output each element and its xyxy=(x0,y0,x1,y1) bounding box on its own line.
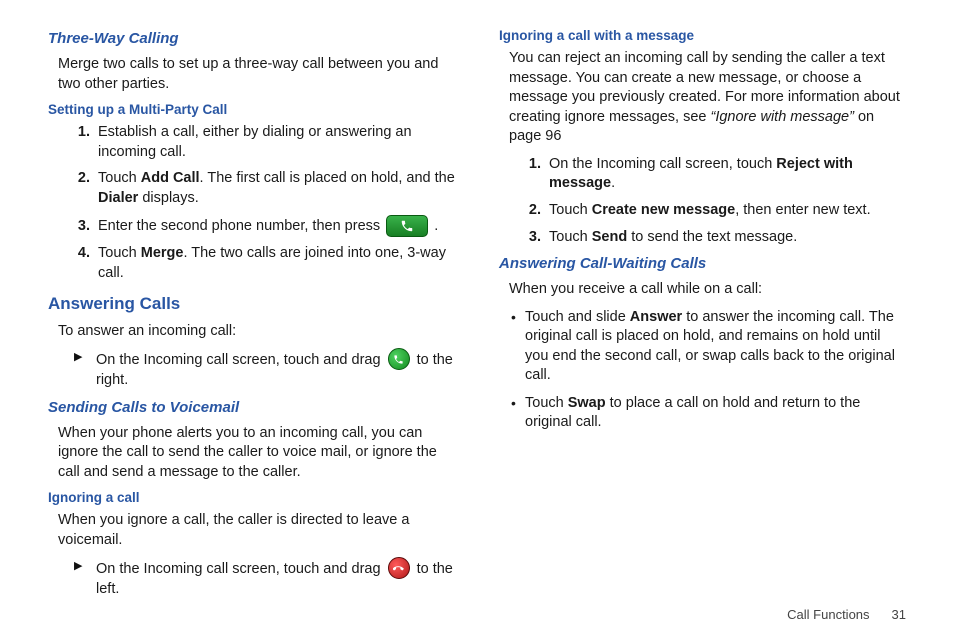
right-column: Ignoring a call with a message You can r… xyxy=(499,28,906,624)
steps-multiparty: Establish a call, either by dialing or a… xyxy=(48,123,455,283)
answer-drag-icon xyxy=(388,348,410,370)
heading-sending-voicemail: Sending Calls to Voicemail xyxy=(48,399,455,416)
bullets-call-waiting: Touch and slide Answer to answer the inc… xyxy=(499,308,906,433)
para-ignore: When you ignore a call, the caller is di… xyxy=(48,511,455,550)
arrow-list-answer: On the Incoming call screen, touch and d… xyxy=(48,349,455,391)
para-ignore-msg: You can reject an incoming call by sendi… xyxy=(499,49,906,147)
heading-ignore-with-message: Ignoring a call with a message xyxy=(499,28,906,43)
call-button-icon xyxy=(386,215,428,237)
bold-dialer: Dialer xyxy=(98,190,138,206)
text: Enter the second phone number, then pres… xyxy=(98,218,384,234)
bold-create-new-message: Create new message xyxy=(592,202,735,218)
text: . xyxy=(434,218,438,234)
arrow-list-ignore: On the Incoming call screen, touch and d… xyxy=(48,558,455,600)
text: Touch xyxy=(98,170,141,186)
step-1: Establish a call, either by dialing or a… xyxy=(94,123,455,162)
bullet-answer: Touch and slide Answer to answer the inc… xyxy=(511,308,906,386)
bold-swap: Swap xyxy=(568,395,606,411)
text: Touch xyxy=(98,245,141,261)
text: . The first call is placed on hold, and … xyxy=(200,170,455,186)
step-3: Touch Send to send the text message. xyxy=(545,228,906,248)
left-column: Three-Way Calling Merge two calls to set… xyxy=(48,28,455,624)
bold-answer: Answer xyxy=(630,309,682,325)
bold-add-call: Add Call xyxy=(141,170,200,186)
heading-ignoring-call: Ignoring a call xyxy=(48,490,455,505)
reject-drag-icon xyxy=(388,557,410,579)
steps-ignore-message: On the Incoming call screen, touch Rejec… xyxy=(499,155,906,247)
bold-send: Send xyxy=(592,229,627,245)
ref-ignore-with-message: “Ignore with message” xyxy=(711,109,854,125)
bullet-swap: Touch Swap to place a call on hold and r… xyxy=(511,394,906,433)
para-call-waiting: When you receive a call while on a call: xyxy=(499,280,906,300)
heading-answering-calls: Answering Calls xyxy=(48,294,455,314)
footer-page-number: 31 xyxy=(892,607,906,622)
arrow-item: On the Incoming call screen, touch and d… xyxy=(74,349,455,391)
arrow-item: On the Incoming call screen, touch and d… xyxy=(74,558,455,600)
text: , then enter new text. xyxy=(735,202,870,218)
step-1: On the Incoming call screen, touch Rejec… xyxy=(545,155,906,194)
text: On the Incoming call screen, touch and d… xyxy=(96,352,385,368)
para-answer: To answer an incoming call: xyxy=(48,322,455,342)
para-voicemail: When your phone alerts you to an incomin… xyxy=(48,424,455,483)
page-footer: Call Functions 31 xyxy=(787,607,906,622)
heading-call-waiting: Answering Call-Waiting Calls xyxy=(499,255,906,272)
text: Touch xyxy=(525,395,568,411)
para-three-way: Merge two calls to set up a three-way ca… xyxy=(48,55,455,94)
step-3: Enter the second phone number, then pres… xyxy=(94,215,455,237)
text: displays. xyxy=(138,190,198,206)
bold-merge: Merge xyxy=(141,245,184,261)
heading-multiparty: Setting up a Multi-Party Call xyxy=(48,102,455,117)
step-2: Touch Add Call. The first call is placed… xyxy=(94,169,455,208)
text: . xyxy=(611,175,615,191)
footer-section: Call Functions xyxy=(787,607,869,622)
step-4: Touch Merge. The two calls are joined in… xyxy=(94,244,455,283)
text: On the Incoming call screen, touch and d… xyxy=(96,561,385,577)
step-2: Touch Create new message, then enter new… xyxy=(545,201,906,221)
heading-three-way-calling: Three-Way Calling xyxy=(48,30,455,47)
text: Touch xyxy=(549,202,592,218)
text: Touch and slide xyxy=(525,309,630,325)
text: to send the text message. xyxy=(627,229,797,245)
text: On the Incoming call screen, touch xyxy=(549,156,776,172)
text: Touch xyxy=(549,229,592,245)
